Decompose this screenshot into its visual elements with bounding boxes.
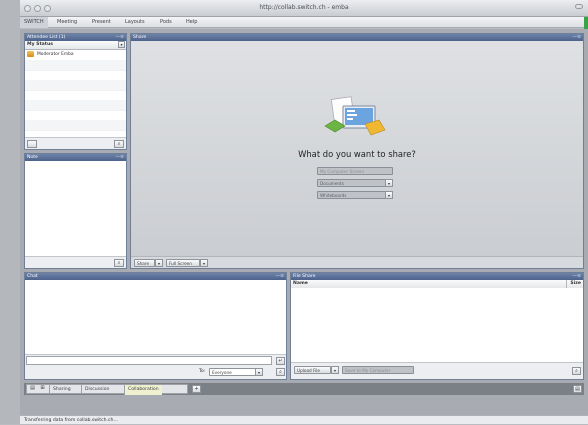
share-whiteboards-label: Whiteboards: [320, 193, 347, 198]
chat-input-row: ↵ To: Everyone ▾ ⌕: [25, 354, 286, 379]
menu-layouts[interactable]: Layouts: [121, 17, 149, 28]
layout-grid-icon[interactable]: ⊞: [38, 385, 47, 393]
menu-bar: SWITCH Meeting Present Layouts Pods Help: [20, 17, 588, 28]
status-bar: Transferring data from collab.switch.ch.…: [20, 415, 588, 424]
chat-to-dropdown-icon[interactable]: ▾: [255, 368, 263, 376]
menu-pods[interactable]: Pods: [156, 17, 176, 28]
attendee-list-pod: Attendee List (1) —≡ My Status ▾ Moderat…: [24, 33, 127, 150]
upload-file-button[interactable]: Upload File: [294, 366, 331, 374]
menu-switch[interactable]: SWITCH: [20, 17, 48, 28]
menu-meeting[interactable]: Meeting: [53, 17, 81, 28]
share-documents-label: Documents: [320, 181, 344, 186]
attendee-name: Moderator Emba: [37, 52, 74, 57]
menu-present[interactable]: Present: [88, 17, 115, 28]
pod-menu-icon[interactable]: —≡: [573, 273, 581, 280]
send-icon[interactable]: ↵: [276, 357, 285, 365]
pod-menu-icon[interactable]: —≡: [116, 154, 124, 161]
pod-menu-icon[interactable]: —≡: [276, 273, 284, 280]
tab-sharing[interactable]: Sharing: [49, 385, 74, 394]
share-prompt: What do you want to share?: [298, 149, 416, 159]
share-whiteboards-dropdown-icon[interactable]: ▾: [385, 191, 393, 199]
chat-messages: [25, 280, 286, 354]
share-documents-button[interactable]: Documents ▾: [317, 179, 393, 187]
file-share-footer: Upload File ▾ Save to My Computer ⌕: [291, 362, 583, 379]
share-pod: Share —≡ What do you want to share? My C…: [130, 33, 584, 269]
share-whiteboards-button[interactable]: Whiteboards ▾: [317, 191, 393, 199]
share-header[interactable]: Share —≡: [131, 34, 583, 41]
share-button[interactable]: Share: [134, 259, 155, 267]
my-status-label: My Status: [27, 42, 53, 47]
share-footer: Share ▾ Full Screen ▾: [131, 256, 583, 268]
chat-input[interactable]: [26, 356, 272, 365]
file-col-name[interactable]: Name: [293, 280, 308, 288]
add-layout-icon[interactable]: +: [192, 385, 201, 393]
menu-help[interactable]: Help: [182, 17, 201, 28]
my-status-dropdown[interactable]: ▾: [118, 41, 125, 48]
note-pod: Note —≡ ⌕: [24, 153, 127, 269]
pod-menu-icon[interactable]: —≡: [573, 34, 581, 41]
desktop-margin: [0, 0, 20, 424]
layout-menu-icon[interactable]: ▤: [573, 385, 582, 393]
attendee-list-header[interactable]: Attendee List (1) —≡: [25, 34, 126, 41]
share-title: Share: [133, 35, 147, 40]
window-title: http://collab.switch.ch - emba: [259, 4, 349, 11]
file-col-divider: [566, 280, 567, 288]
layout-tab-bar: ▤ ⊞ Sharing Discussion Collaboration + ▤: [24, 383, 584, 395]
share-my-computer-screen-button[interactable]: My Computer Screen: [317, 167, 393, 175]
note-body[interactable]: [25, 161, 126, 256]
file-search-icon[interactable]: ⌕: [572, 367, 581, 375]
tab-collaboration[interactable]: Collaboration: [124, 385, 162, 395]
my-status-bar: My Status ▾: [25, 41, 126, 50]
attendee-search-icon[interactable]: ⌕: [114, 140, 124, 148]
layout-page-icon[interactable]: ▤: [28, 385, 37, 393]
note-search-icon[interactable]: ⌕: [114, 259, 124, 267]
file-share-pod: File Share —≡ Name Size Upload File ▾ Sa…: [290, 272, 584, 380]
full-screen-dropdown-icon[interactable]: ▾: [200, 259, 208, 267]
chat-title: Chat: [27, 274, 38, 279]
note-header[interactable]: Note —≡: [25, 154, 126, 161]
toolbar-toggle-icon[interactable]: [575, 4, 583, 9]
attendee-footer: ⌕: [25, 137, 126, 149]
share-documents-dropdown-icon[interactable]: ▾: [385, 179, 393, 187]
app-area: Attendee List (1) —≡ My Status ▾ Moderat…: [20, 29, 588, 424]
pod-menu-icon[interactable]: —≡: [116, 34, 124, 41]
file-list: [291, 288, 583, 364]
attendee-options-icon[interactable]: [27, 140, 37, 148]
share-dropdown-icon[interactable]: ▾: [155, 259, 163, 267]
chat-header[interactable]: Chat —≡: [25, 273, 286, 280]
file-share-header[interactable]: File Share —≡: [291, 273, 583, 280]
attendee-list-title: Attendee List (1): [27, 35, 66, 40]
status-text: Transferring data from collab.switch.ch.…: [24, 418, 118, 423]
file-share-title: File Share: [293, 274, 316, 279]
layout-tabs-group: ▤ ⊞ Sharing Discussion Collaboration: [26, 384, 188, 395]
full-screen-button[interactable]: Full Screen: [166, 259, 200, 267]
upload-file-dropdown-icon[interactable]: ▾: [331, 366, 339, 374]
chat-to-select[interactable]: Everyone ▾: [209, 368, 263, 376]
share-illustration-icon: [324, 96, 386, 136]
attendee-row-empty: [25, 120, 126, 131]
note-footer: ⌕: [25, 256, 126, 268]
file-col-size[interactable]: Size: [570, 280, 581, 288]
note-title: Note: [27, 155, 38, 160]
chat-pod: Chat —≡ ↵ To: Everyone ▾ ⌕: [24, 272, 287, 380]
chat-to-label: To:: [199, 369, 206, 374]
save-to-my-computer-button[interactable]: Save to My Computer: [342, 366, 414, 374]
chat-search-icon[interactable]: ⌕: [276, 368, 285, 376]
host-icon: [27, 51, 34, 57]
tab-discussion[interactable]: Discussion: [81, 385, 112, 394]
window-titlebar[interactable]: http://collab.switch.ch - emba: [20, 0, 588, 17]
chat-to-value: Everyone: [212, 370, 232, 375]
